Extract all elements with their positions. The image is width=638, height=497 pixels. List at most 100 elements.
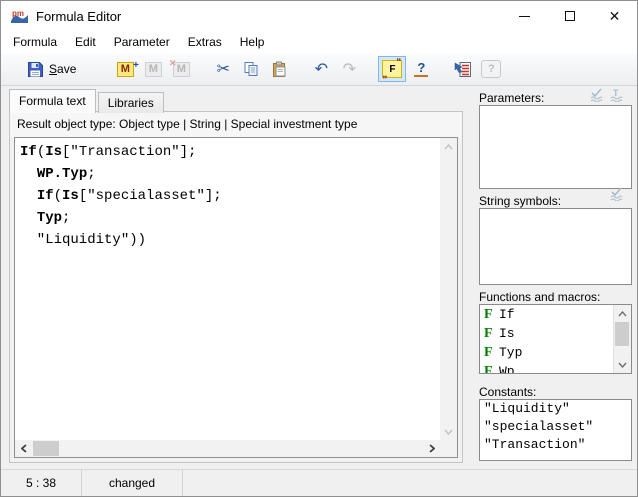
add-macro-icon: M+ xyxy=(117,62,134,77)
function-name: Is xyxy=(499,326,515,341)
menu-bar: Formula Edit Parameter Extras Help xyxy=(1,31,637,53)
window-controls: ✕ xyxy=(502,1,637,31)
code-line: "Liquidity")) xyxy=(20,229,439,251)
maximize-button[interactable] xyxy=(547,1,592,31)
minimize-button[interactable] xyxy=(502,1,547,31)
formula-editor-window: pm Formula Editor ✕ Formula Edit Paramet… xyxy=(0,0,638,497)
result-object-type: Result object type: Object type | String… xyxy=(10,112,462,137)
code-line: Typ; xyxy=(20,207,439,229)
toolbar: Save M+ M M✕ ✂ xyxy=(1,53,637,86)
constants-label: Constants: xyxy=(479,385,536,399)
editor-horizontal-scrollbar[interactable] xyxy=(15,440,440,457)
app-icon: pm xyxy=(10,8,29,25)
parameters-label: Parameters: xyxy=(479,91,544,105)
undo-icon: ↶ xyxy=(315,59,328,79)
edit-macro-button-disabled: M xyxy=(140,56,166,82)
help-button-disabled: ? xyxy=(478,56,504,82)
function-item-if[interactable]: FIf xyxy=(480,305,614,324)
horizontal-scroll-thumb[interactable] xyxy=(33,441,59,456)
context-help-button[interactable]: ? xyxy=(408,56,434,82)
paste-icon xyxy=(271,61,288,78)
parameter-header-icons: T xyxy=(588,88,624,102)
cut-button[interactable]: ✂ xyxy=(210,56,236,82)
insert-parameter-icon-disabled xyxy=(588,88,604,102)
functions-scrollbar[interactable] xyxy=(613,305,631,373)
constant-item[interactable]: "specialasset" xyxy=(480,418,631,436)
insert-text-parameter-icon-disabled: T xyxy=(608,88,624,102)
function-icon: F xyxy=(484,307,499,323)
goto-error-icon xyxy=(454,61,472,78)
constant-item[interactable]: "Liquidity" xyxy=(480,400,631,418)
function-icon: F xyxy=(484,345,499,361)
code-line: If(Is["Transaction"]; xyxy=(20,141,439,163)
insert-string-symbol-icon-disabled xyxy=(608,187,624,201)
function-name: Wp xyxy=(499,364,515,373)
string-function-icon: „ F “ xyxy=(382,60,402,78)
scroll-left-icon[interactable] xyxy=(15,440,32,457)
close-icon: ✕ xyxy=(609,8,621,25)
functions-list[interactable]: FIfFIsFTypFWp xyxy=(479,304,632,374)
paste-button[interactable] xyxy=(266,56,292,82)
function-item-wp[interactable]: FWp xyxy=(480,362,614,373)
maximize-icon xyxy=(565,11,575,21)
save-button[interactable]: Save xyxy=(21,56,82,82)
constants-list[interactable]: "Liquidity""specialasset""Transaction" xyxy=(479,399,632,461)
delete-macro-button-disabled: M✕ xyxy=(168,56,194,82)
string-symbol-header-icons xyxy=(608,187,624,201)
function-item-is[interactable]: FIs xyxy=(480,324,614,343)
tab-formula-text[interactable]: Formula text xyxy=(9,89,96,113)
copy-icon xyxy=(243,61,260,78)
delete-macro-icon: M✕ xyxy=(173,62,190,77)
string-function-toggle-button[interactable]: „ F “ xyxy=(378,56,406,82)
function-item-typ[interactable]: FTyp xyxy=(480,343,614,362)
menu-edit[interactable]: Edit xyxy=(66,32,105,52)
tab-libraries[interactable]: Libraries xyxy=(98,92,164,113)
status-spacer xyxy=(183,470,637,496)
menu-extras[interactable]: Extras xyxy=(179,32,231,52)
document-state: changed xyxy=(82,470,183,496)
scissors-icon: ✂ xyxy=(217,59,230,79)
menu-help[interactable]: Help xyxy=(231,32,274,52)
functions-label: Functions and macros: xyxy=(479,290,600,304)
functions-list-rows: FIfFIsFTypFWp xyxy=(480,305,614,373)
menu-formula[interactable]: Formula xyxy=(4,32,66,52)
cursor-position: 5 : 38 xyxy=(1,470,82,496)
scroll-up-icon[interactable] xyxy=(440,138,457,155)
add-macro-button[interactable]: M+ xyxy=(112,56,138,82)
edit-macro-icon: M xyxy=(145,62,162,77)
help-icon: ? xyxy=(481,60,501,78)
scroll-down-icon[interactable] xyxy=(614,357,630,372)
redo-icon: ↷ xyxy=(343,59,356,79)
goto-error-button[interactable] xyxy=(450,56,476,82)
formula-editor-box: If(Is["Transaction"]; WP.Typ; If(Is["spe… xyxy=(14,137,458,458)
editor-vertical-scrollbar[interactable] xyxy=(440,138,457,440)
code-area[interactable]: If(Is["Transaction"]; WP.Typ; If(Is["spe… xyxy=(20,141,439,439)
undo-button[interactable]: ↶ xyxy=(308,56,334,82)
formula-text-panel: Result object type: Object type | String… xyxy=(9,111,463,463)
svg-text:pm: pm xyxy=(12,9,24,18)
title-bar: pm Formula Editor ✕ xyxy=(1,1,637,31)
close-button[interactable]: ✕ xyxy=(592,1,637,31)
scroll-up-icon[interactable] xyxy=(614,306,630,321)
copy-button[interactable] xyxy=(238,56,264,82)
redo-button-disabled: ↷ xyxy=(336,56,362,82)
tab-strip: Formula text Libraries xyxy=(9,89,166,113)
scrollbar-corner xyxy=(440,440,457,457)
function-icon: F xyxy=(484,364,499,374)
parameters-list[interactable] xyxy=(479,105,632,189)
save-icon xyxy=(27,61,44,78)
function-name: Typ xyxy=(499,345,522,360)
scroll-right-icon[interactable] xyxy=(423,440,440,457)
constant-item[interactable]: "Transaction" xyxy=(480,436,631,454)
code-line: If(Is["specialasset"]; xyxy=(20,185,439,207)
window-title: Formula Editor xyxy=(36,9,121,24)
string-symbols-list[interactable] xyxy=(479,208,632,285)
scroll-down-icon[interactable] xyxy=(440,423,457,440)
status-bar: 5 : 38 changed xyxy=(1,469,637,496)
functions-scroll-thumb[interactable] xyxy=(615,322,629,346)
function-name: If xyxy=(499,307,515,322)
svg-text:T: T xyxy=(613,88,619,98)
function-icon: F xyxy=(484,326,499,342)
minimize-icon xyxy=(519,16,530,17)
menu-parameter[interactable]: Parameter xyxy=(105,32,179,52)
